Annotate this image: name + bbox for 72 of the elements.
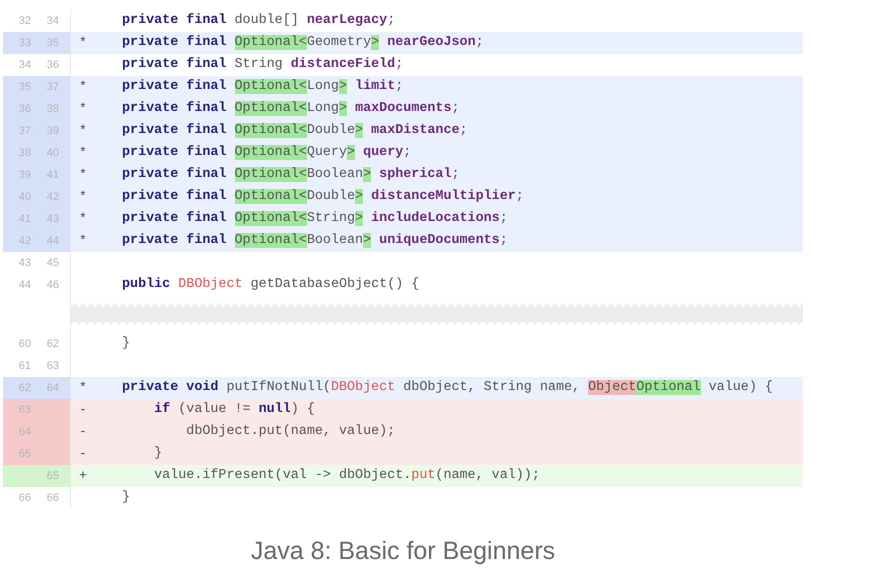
line-number: 62: [18, 381, 32, 396]
line-number: 34: [18, 58, 32, 73]
change-marker: +: [79, 468, 87, 483]
change-marker: *: [79, 79, 87, 94]
line-number: 43: [18, 256, 32, 271]
code-line: private final Optional<Boolean> uniqueDocuments;: [122, 232, 508, 250]
line-number: 65: [46, 469, 60, 484]
line-number: 37: [46, 80, 60, 95]
change-marker: *: [79, 35, 87, 50]
code-line: dbObject.put(name, value);: [185, 423, 396, 441]
line-number: 36: [18, 102, 32, 117]
code-line: value.ifPresent(val -> dbObject.put(name, val));: [153, 467, 540, 485]
change-marker: *: [79, 101, 87, 116]
line-number: 40: [46, 146, 60, 161]
change-marker: *: [79, 167, 87, 182]
code-line: public DBObject getDatabaseObject() {: [122, 276, 420, 294]
code-line: private final Optional<Geometry> nearGeoJson;: [122, 34, 484, 52]
change-marker: *: [79, 211, 87, 226]
code-line: private final Optional<Double> distanceMultiplier;: [122, 188, 524, 206]
change-marker: *: [79, 233, 87, 248]
change-marker: -: [79, 402, 87, 417]
line-number: 38: [46, 102, 60, 117]
line-number: 63: [18, 403, 32, 418]
code-line: private final Optional<Query> query;: [122, 144, 412, 162]
code-line: private final Optional<String> includeLocations;: [122, 210, 508, 228]
line-number: 34: [46, 14, 60, 29]
line-number: 65: [18, 447, 32, 462]
line-number: 33: [18, 36, 32, 51]
line-number: 41: [18, 212, 32, 227]
code-line: }: [122, 489, 130, 507]
line-number: 40: [18, 190, 32, 205]
line-number: 45: [46, 256, 60, 271]
line-number: 32: [18, 14, 32, 29]
change-marker: *: [79, 189, 87, 204]
line-number: 63: [46, 359, 60, 374]
line-number: 60: [18, 337, 32, 352]
line-number: 35: [18, 80, 32, 95]
line-number: 36: [46, 58, 60, 73]
code-line: private final Optional<Long> limit;: [122, 78, 404, 96]
code-line: private final String distanceField;: [122, 56, 404, 74]
line-number: 39: [46, 124, 60, 139]
line-number: 38: [18, 146, 32, 161]
line-number: 66: [46, 491, 60, 506]
line-number: 37: [18, 124, 32, 139]
code-line: if (value != null) {: [153, 401, 315, 419]
line-number: 66: [18, 491, 32, 506]
code-line: private void putIfNotNull(DBObject dbObject, String name, ObjectOptional value) {: [122, 379, 773, 397]
code-line: private final Optional<Long> maxDocuments;: [122, 100, 460, 118]
code-line: private final Optional<Boolean> spherical;: [122, 166, 460, 184]
line-number: 43: [46, 212, 60, 227]
line-number: 42: [18, 234, 32, 249]
line-number: 62: [46, 337, 60, 352]
change-marker: *: [79, 380, 87, 395]
code-line: private final double[] nearLegacy;: [122, 12, 396, 30]
line-number: 64: [18, 425, 32, 440]
change-marker: -: [79, 446, 87, 461]
change-marker: *: [79, 145, 87, 160]
caption: Java 8: Basic for Beginners: [250, 537, 556, 565]
change-marker: *: [79, 123, 87, 138]
line-number: 44: [46, 234, 60, 249]
code-line: }: [153, 445, 162, 463]
line-number: 64: [46, 381, 60, 396]
code-line: }: [122, 335, 130, 353]
change-marker: -: [79, 424, 87, 439]
line-number: 61: [18, 359, 32, 374]
line-number: 41: [46, 168, 60, 183]
line-number: 42: [46, 190, 60, 205]
line-number: 35: [46, 36, 60, 51]
code-line: private final Optional<Double> maxDistance;: [122, 122, 468, 140]
line-number: 46: [46, 278, 60, 293]
line-number: 44: [18, 278, 32, 293]
line-number: 39: [18, 168, 32, 183]
